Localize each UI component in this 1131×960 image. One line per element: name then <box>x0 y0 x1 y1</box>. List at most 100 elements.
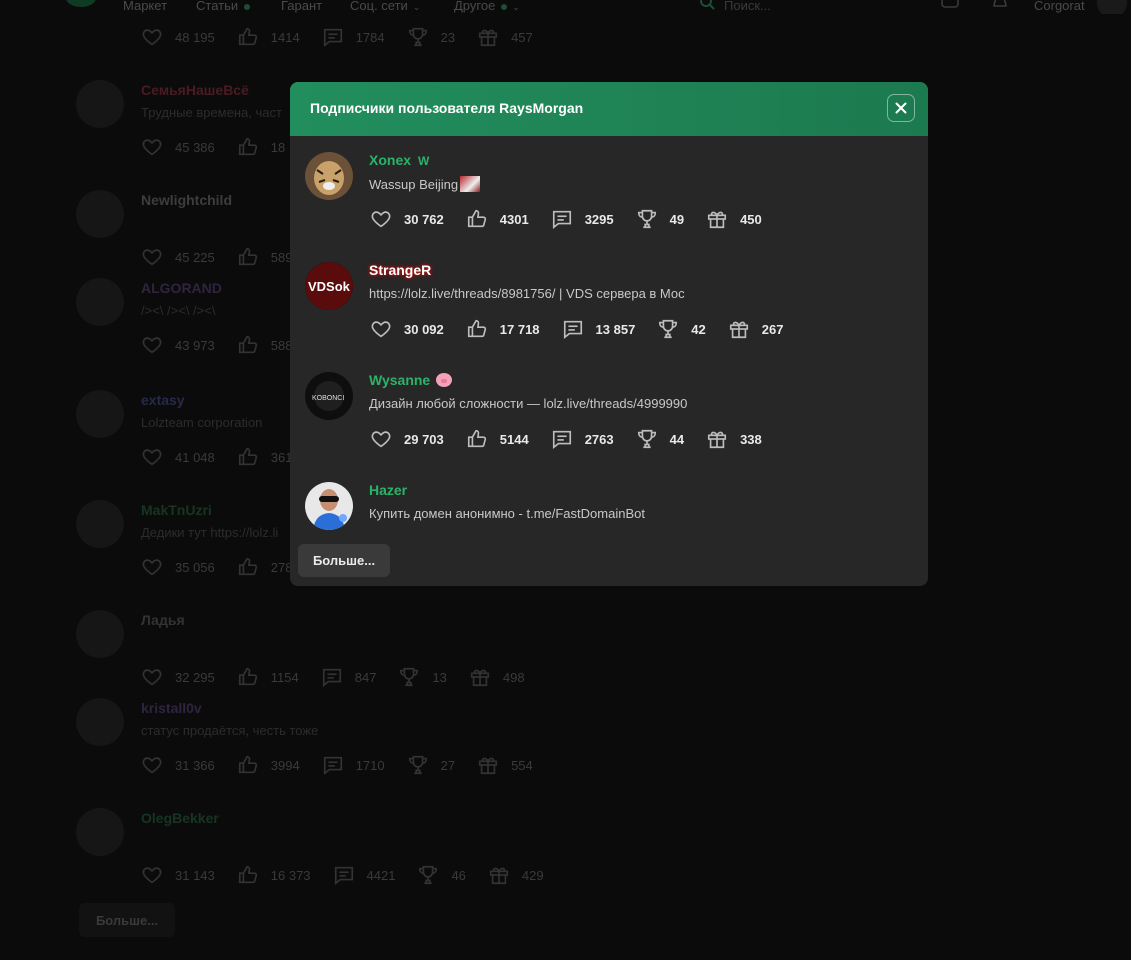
thumbs-up-icon <box>467 319 486 338</box>
gift-icon <box>708 211 727 229</box>
avatar[interactable] <box>76 500 124 548</box>
user-stats: 45 386 18 <box>141 136 307 158</box>
username[interactable]: ALGORAND <box>141 280 222 296</box>
search-input[interactable]: Поиск... <box>724 0 771 13</box>
avatar[interactable]: KOBONCI <box>305 372 353 420</box>
avatar[interactable] <box>76 278 124 326</box>
new-indicator-dot <box>244 3 251 10</box>
pig-emoji-icon <box>436 373 453 387</box>
reactions-stat: 5144 <box>466 428 529 450</box>
heart-icon <box>142 757 162 774</box>
gifts-stat: 267 <box>728 318 783 340</box>
trophy-icon <box>400 667 419 687</box>
follower-item-xonex: Xonex W Wassup Beijing 30 762 4301 3295 4… <box>305 152 905 252</box>
username[interactable]: extasy <box>141 392 185 408</box>
nav-item-guarantor[interactable]: Гарант <box>281 0 322 13</box>
trophies-stat: 13 <box>398 666 447 688</box>
trophies-stat: 42 <box>657 318 706 340</box>
username[interactable]: Wysanne <box>369 372 453 388</box>
gift-icon <box>489 867 508 885</box>
top-stats-row: 48 195 1414 1784 23 457 <box>141 26 555 48</box>
avatar[interactable] <box>76 698 124 746</box>
likes-stat: 31 143 <box>141 864 215 886</box>
likes-stat: 35 056 <box>141 556 215 578</box>
username[interactable]: OlegBekker <box>141 810 219 826</box>
likes-stat: 29 703 <box>370 428 444 450</box>
gifts-stat: 457 <box>477 26 533 48</box>
messages-stat: 2763 <box>551 428 614 450</box>
thumbs-up-icon <box>238 27 257 46</box>
search-icon[interactable] <box>699 0 715 10</box>
nav-item-social[interactable]: Соц. сети ⌄ <box>350 0 420 13</box>
avatar-logo-text: KOBONCI <box>312 395 344 402</box>
gift-icon <box>470 669 489 687</box>
avatar[interactable]: VDSok <box>305 262 353 310</box>
trophy-icon <box>408 755 427 775</box>
chat-icon[interactable] <box>940 0 960 12</box>
heart-icon <box>142 449 162 466</box>
user-avatar[interactable] <box>1097 0 1127 14</box>
site-logo-icon[interactable] <box>64 0 98 12</box>
user-stats: 29 703 5144 2763 44 338 <box>370 428 784 450</box>
thumbs-up-icon <box>238 247 257 266</box>
gift-icon <box>479 757 498 775</box>
nav-item-market[interactable]: Маркет <box>123 0 167 13</box>
messages-stat: 1784 <box>322 26 385 48</box>
username[interactable]: kristall0v <box>141 700 202 716</box>
username[interactable]: MakTnUzri <box>141 502 212 518</box>
close-button[interactable] <box>887 94 915 122</box>
username[interactable]: Ладья <box>141 612 185 628</box>
message-icon <box>323 28 342 47</box>
heart-icon <box>142 139 162 156</box>
gifts-stat: 338 <box>706 428 762 450</box>
avatar[interactable] <box>76 808 124 856</box>
username[interactable]: StrangeR <box>369 262 431 278</box>
user-status: /><\ /><\ /><\ <box>141 303 216 318</box>
avatar-logo-text: VDSok <box>308 279 351 294</box>
trophies-stat: 44 <box>636 428 684 450</box>
nav-item-other[interactable]: Другое ⌄ <box>454 0 520 13</box>
username[interactable]: СемьяНашеВсё <box>141 82 249 98</box>
user-status: Дизайн любой сложности — lolz.live/threa… <box>369 396 688 411</box>
trophy-icon <box>419 865 438 885</box>
avatar[interactable] <box>76 190 124 238</box>
avatar[interactable] <box>76 80 124 128</box>
message-icon <box>334 866 353 885</box>
avatar[interactable] <box>305 152 353 200</box>
thumbs-up-icon <box>238 137 257 156</box>
load-more-button[interactable]: Больше... <box>79 903 175 937</box>
modal-title: Подписчики пользователя RaysMorgan <box>310 100 584 116</box>
avatar[interactable] <box>76 610 124 658</box>
likes-stat: 41 048 <box>141 446 215 468</box>
user-status: https://lolz.live/threads/8981756/ | VDS… <box>369 286 685 301</box>
thumbs-up-icon <box>238 865 257 884</box>
username[interactable]: Newlightchild <box>141 192 232 208</box>
bell-icon[interactable] <box>990 0 1010 11</box>
nav-item-articles[interactable]: Статьи <box>196 0 251 13</box>
user-stats: 32 295 1154 847 13 498 <box>141 666 547 688</box>
likes-stat: 45 386 <box>141 136 215 158</box>
top-navigation: Маркет Статьи Гарант Соц. сети ⌄ Другое ⌄ … <box>0 0 1131 14</box>
avatar[interactable] <box>76 390 124 438</box>
load-more-button[interactable]: Больше... <box>298 544 390 577</box>
chevron-down-icon: ⌄ <box>412 2 421 12</box>
background-list-item: Ладья 32 295 1154 847 13 498 <box>76 610 596 710</box>
current-username[interactable]: Corgorat <box>1034 0 1085 13</box>
username[interactable]: Hazer <box>369 482 407 498</box>
trophies-stat: 46 <box>417 864 466 886</box>
reactions-stat: 4301 <box>466 208 529 230</box>
user-stats: 30 092 17 718 13 857 42 267 <box>370 318 805 340</box>
avatar[interactable] <box>305 482 353 530</box>
user-stats: 41 048 361 <box>141 446 314 468</box>
user-status: Купить домен анонимно - t.me/FastDomainB… <box>369 506 645 521</box>
username[interactable]: Xonex W <box>369 152 429 168</box>
message-icon <box>563 320 582 339</box>
message-icon <box>322 668 341 687</box>
follower-item-hazer: Hazer Купить домен анонимно - t.me/FastD… <box>305 482 905 538</box>
user-stats: 35 056 278 <box>141 556 314 578</box>
heart-icon <box>371 431 391 448</box>
likes-stat: 32 295 <box>141 666 215 688</box>
likes-stat: 30 092 <box>370 318 444 340</box>
user-status: статус продаётся, честь тоже <box>141 723 319 738</box>
heart-icon <box>371 211 391 228</box>
